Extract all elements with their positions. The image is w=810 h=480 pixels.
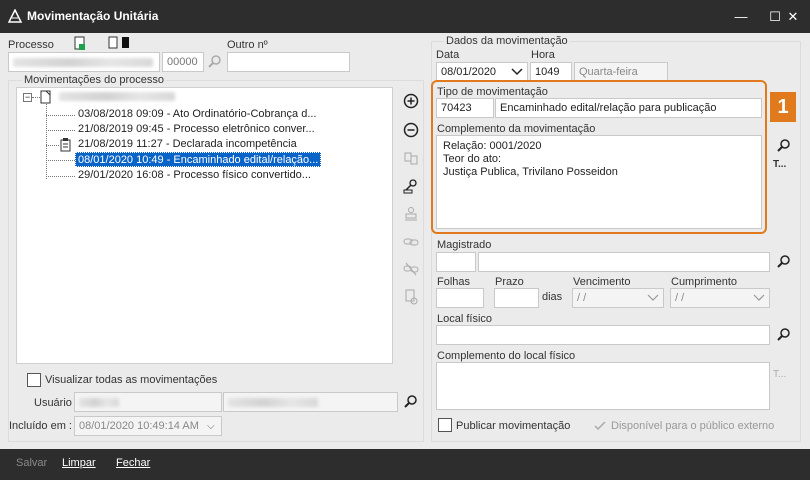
processo-number-input[interactable]	[8, 52, 160, 72]
annotation-badge: 1	[770, 92, 796, 122]
cumprimento-label: Cumprimento	[671, 276, 738, 288]
hora-input[interactable]: 1049	[530, 62, 572, 82]
cumprimento-value: / /	[675, 292, 685, 304]
add-icon[interactable]	[403, 93, 419, 109]
search-icon[interactable]	[403, 394, 419, 410]
salvar-button[interactable]: Salvar	[16, 457, 47, 469]
movimentacao-window: Movimentação Unitária — ☐ ✕ Processo 000…	[0, 0, 810, 480]
hora-label: Hora	[531, 49, 555, 61]
limpar-button[interactable]: Limpar	[62, 457, 96, 469]
cumprimento-input[interactable]: / /	[670, 288, 770, 308]
prazo-input[interactable]	[494, 288, 539, 308]
magistrado-label: Magistrado	[437, 239, 492, 251]
complemento-local-textarea[interactable]	[436, 362, 770, 410]
folhas-label: Folhas	[437, 276, 471, 288]
magistrado-code-input[interactable]	[436, 252, 476, 272]
chevron-down-icon	[511, 68, 523, 76]
tree-item[interactable]: 29/01/2020 16:08 - Processo físico conve…	[76, 168, 313, 183]
weekday-display: Quarta-feira	[574, 62, 668, 82]
footer-toolbar: Salvar Limpar Fechar	[0, 449, 810, 480]
movimentacoes-label: Movimentações do processo	[22, 74, 167, 86]
outro-numero-label: Outro nº	[227, 39, 268, 51]
publicar-checkbox[interactable]	[438, 418, 452, 432]
disponivel-label: Disponível para o público externo	[611, 420, 775, 432]
data-input[interactable]: 08/01/2020	[436, 62, 528, 82]
vencimento-input[interactable]: / /	[572, 288, 664, 308]
outro-numero-input[interactable]	[227, 52, 350, 72]
collapse-toggle-icon[interactable]: −	[23, 93, 32, 102]
text-format-button[interactable]: T...	[773, 159, 786, 170]
processo-label: Processo	[8, 39, 54, 51]
complemento-local-label: Complemento do local físico	[437, 350, 576, 362]
chevron-down-icon: ⌵	[207, 421, 215, 432]
user-search-icon[interactable]	[403, 178, 419, 194]
chevron-down-icon	[647, 294, 659, 301]
tree-item[interactable]: 21/08/2019 09:45 - Processo eletrônico c…	[76, 122, 317, 137]
incluido-em-value: 08/01/2020 10:49:14 AM	[79, 420, 199, 432]
tree-item-selected[interactable]: 08/01/2020 10:49 - Encaminhado edital/re…	[75, 152, 322, 167]
incluido-em-label: Incluído em :	[9, 420, 72, 432]
stamp-icon[interactable]	[403, 206, 419, 222]
document-settings-icon[interactable]	[403, 289, 419, 305]
document-black-icon[interactable]	[108, 36, 132, 50]
usuario-id-input[interactable]	[74, 392, 222, 412]
visualizar-todas-checkbox[interactable]	[27, 373, 41, 387]
tree-item[interactable]: 03/08/2018 09:09 - Ato Ordinatório-Cobra…	[76, 107, 319, 122]
prazo-label: Prazo	[495, 276, 524, 288]
magistrado-name-input[interactable]	[478, 252, 770, 272]
minimize-button[interactable]: —	[724, 0, 758, 33]
usuario-label: Usuário	[34, 397, 72, 409]
usuario-name-input[interactable]	[223, 392, 398, 412]
incluido-em-input[interactable]: 08/01/2020 10:49:14 AM ⌵	[74, 416, 222, 436]
vencimento-label: Vencimento	[573, 276, 631, 288]
search-icon[interactable]	[776, 138, 792, 154]
transfer-icon[interactable]	[403, 150, 419, 166]
process-document-icon	[40, 90, 51, 104]
fechar-button[interactable]: Fechar	[116, 457, 150, 469]
local-fisico-input[interactable]	[436, 325, 770, 345]
processo-sequence-input[interactable]: 00000	[162, 52, 204, 72]
search-icon[interactable]	[207, 54, 223, 70]
document-green-icon[interactable]	[73, 36, 87, 51]
vencimento-value: / /	[577, 292, 587, 304]
folhas-input[interactable]	[436, 288, 484, 308]
search-icon[interactable]	[776, 327, 792, 343]
unlink-icon[interactable]	[403, 261, 419, 277]
data-value: 08/01/2020	[441, 66, 497, 78]
data-label: Data	[436, 49, 460, 61]
checkmark-icon	[594, 421, 606, 431]
local-fisico-label: Local físico	[437, 313, 493, 325]
tree-item[interactable]: 21/08/2019 11:27 - Declarada incompetênc…	[76, 137, 299, 152]
movimentacoes-tree[interactable]: − 03/08/2018 09:09 - Ato Ordinatório-Cob…	[16, 87, 393, 364]
title-bar: Movimentação Unitária — ☐ ✕	[0, 0, 810, 33]
close-button[interactable]: ✕	[776, 0, 810, 33]
window-title: Movimentação Unitária	[27, 9, 159, 23]
visualizar-todas-label: Visualizar todas as movimentações	[45, 374, 218, 386]
clipboard-icon	[60, 138, 71, 152]
publicar-label: Publicar movimentação	[456, 420, 571, 432]
highlight-frame	[431, 80, 767, 234]
remove-icon[interactable]	[403, 122, 419, 138]
dados-label: Dados da movimentação	[444, 35, 570, 47]
chevron-down-icon	[753, 294, 765, 301]
text-format-button-disabled[interactable]: T...	[773, 369, 786, 380]
app-logo-icon	[8, 9, 22, 23]
search-icon[interactable]	[776, 254, 792, 270]
dias-label: dias	[542, 291, 563, 303]
link-icon[interactable]	[403, 234, 419, 250]
